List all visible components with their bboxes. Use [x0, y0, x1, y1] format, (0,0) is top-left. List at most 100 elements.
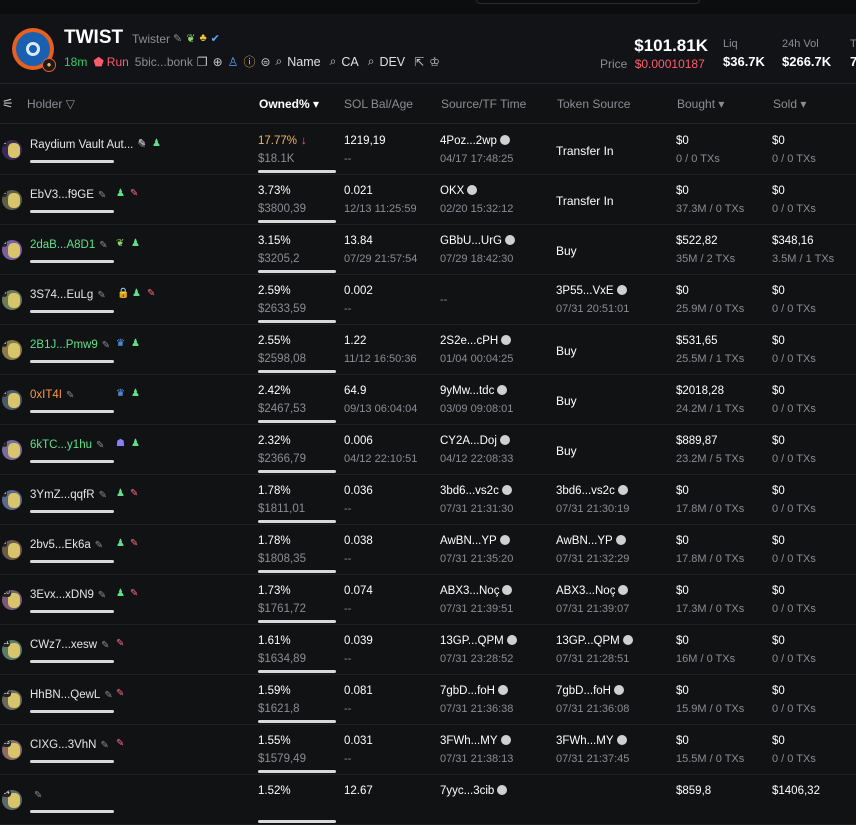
funding-source[interactable]: 4Poz...2wp — [440, 135, 510, 147]
table-row[interactable]: 13 CIXG...3VhN ✎ ✎ 1.55% $1579,49 0.031 -… — [0, 725, 856, 775]
edit-icon[interactable]: ✎ — [173, 32, 182, 45]
funding-source[interactable]: 3bd6...vs2c — [440, 485, 512, 497]
holder-address[interactable]: EbV3...f9GE ✎ — [30, 189, 106, 201]
holder-address[interactable]: 2daB...A8D1 ✎ — [30, 239, 108, 251]
solscan-icon[interactable] — [502, 585, 513, 595]
solscan-icon[interactable] — [499, 435, 510, 445]
edit-name-icon[interactable]: ✎ — [98, 590, 106, 601]
token-source[interactable]: 7gbD...foH — [556, 685, 624, 697]
search-ca-link[interactable]: CA — [341, 55, 358, 69]
solscan-icon[interactable] — [618, 585, 629, 595]
holder-address[interactable]: HhBN...QewL ✎ — [30, 689, 113, 701]
holder-address[interactable]: ✎ — [30, 789, 42, 801]
table-row[interactable]: 4 3S74...EuLg ✎ 🔒 ♟ ✎ 2.59% $2633,59 0.002 … — [0, 275, 856, 325]
table-row[interactable]: 6 0xIT4I ✎ ♛ ♟ 2.42% $2467,53 64.9 09/13 0… — [0, 375, 856, 425]
table-row[interactable]: 9 2bv5...Ek6a ✎ ♟ ✎ 1.78% $1808,35 0.038 -… — [0, 525, 856, 575]
funding-source[interactable]: 3FWh...MY — [440, 735, 511, 747]
edit-name-icon[interactable]: ✎ — [102, 340, 110, 351]
funding-source[interactable]: 13GP...QPM — [440, 635, 517, 647]
solscan-icon[interactable] — [616, 735, 627, 745]
holder-address[interactable]: 3Evx...xDN9 ✎ — [30, 589, 106, 601]
funding-source[interactable]: 9yMw...tdc — [440, 385, 508, 397]
solscan-icon[interactable] — [622, 635, 633, 645]
search-dev-link[interactable]: DEV — [379, 55, 405, 69]
solscan-icon[interactable] — [501, 485, 512, 495]
edit-name-icon[interactable]: ✎ — [104, 690, 112, 701]
search-name-link[interactable]: Name — [287, 55, 320, 69]
table-row[interactable]: 12 HhBN...QewL ✎ ✎ 1.59% $1621,8 0.081 --… — [0, 675, 856, 725]
holder-address[interactable]: 6kTC...y1hu ✎ — [30, 439, 104, 451]
holder-address[interactable]: CWz7...xesw ✎ — [30, 639, 109, 651]
holder-address[interactable]: 3S74...EuLg ✎ — [30, 289, 106, 301]
solscan-icon[interactable] — [499, 135, 510, 145]
solscan-icon[interactable] — [613, 685, 624, 695]
solscan-icon[interactable] — [615, 535, 626, 545]
token-source[interactable]: 3P55...VxE — [556, 285, 627, 297]
token-source[interactable]: 13GP...QPM — [556, 635, 633, 647]
table-row[interactable]: 10 3Evx...xDN9 ✎ ♟ ✎ 1.73% $1761,72 0.074 … — [0, 575, 856, 625]
solscan-icon[interactable] — [497, 785, 508, 795]
funding-source[interactable]: GBbU...UrG — [440, 235, 515, 247]
holder-address[interactable]: Raydium Vault Aut... ✎ — [30, 139, 146, 151]
copy-icon[interactable]: ❐ — [197, 55, 208, 69]
solscan-icon[interactable] — [499, 535, 510, 545]
table-row[interactable]: 14 ✎ 1.52% 12.67 7yyc...3cib $859,8 $140… — [0, 775, 856, 825]
solscan-icon[interactable] — [504, 235, 515, 245]
solscan-icon[interactable] — [497, 685, 508, 695]
col-owned[interactable]: Owned% ▾ — [259, 97, 319, 111]
col-source[interactable]: Source/TF Time — [441, 97, 526, 111]
edit-name-icon[interactable]: ✎ — [98, 190, 106, 201]
holder-address[interactable]: 3YmZ...qqfR ✎ — [30, 489, 107, 501]
solscan-icon[interactable] — [500, 735, 511, 745]
table-row[interactable]: 11 CWz7...xesw ✎ ✎ 1.61% $1634,89 0.039 -… — [0, 625, 856, 675]
edit-name-icon[interactable]: ✎ — [99, 490, 107, 501]
warning-icon[interactable]: ⓘ — [243, 53, 255, 70]
funding-source[interactable]: 7yyc...3cib — [440, 785, 508, 797]
token-source[interactable]: AwBN...YP — [556, 535, 626, 547]
table-row[interactable]: 5 2B1J...Pmw9 ✎ ♛ ♟ 2.55% $2598,08 1.22 11… — [0, 325, 856, 375]
filter-settings-icon[interactable]: ⚟ — [2, 96, 14, 112]
edit-name-icon[interactable]: ✎ — [96, 440, 104, 451]
table-row[interactable]: 7 6kTC...y1hu ✎ ☗ ♟ 2.32% $2366,79 0.006 0… — [0, 425, 856, 475]
website-icon[interactable]: ⊕ — [213, 55, 223, 69]
funding-source[interactable]: AwBN...YP — [440, 535, 510, 547]
external-link-icon[interactable]: ⇱ — [414, 55, 424, 69]
holder-address[interactable]: 2bv5...Ek6a ✎ — [30, 539, 103, 551]
holder-address[interactable]: 2B1J...Pmw9 ✎ — [30, 339, 110, 351]
edit-name-icon[interactable]: ✎ — [100, 740, 108, 751]
table-row[interactable]: 3 2daB...A8D1 ✎ ❦ ♟ 3.15% $3205,2 13.84 07… — [0, 225, 856, 275]
funding-source[interactable]: 7gbD...foH — [440, 685, 508, 697]
solscan-icon[interactable] — [497, 385, 508, 395]
funding-source[interactable]: CY2A...Doj — [440, 435, 510, 447]
table-row[interactable]: 8 3YmZ...qqfR ✎ ♟ ✎ 1.78% $1811,01 0.036 -… — [0, 475, 856, 525]
token-source[interactable]: 3bd6...vs2c — [556, 485, 628, 497]
search-name-icon[interactable]: ⌕ — [276, 54, 283, 69]
edit-name-icon[interactable]: ✎ — [95, 540, 103, 551]
solscan-icon[interactable] — [467, 185, 478, 195]
solana-icon[interactable]: ⊜ — [260, 55, 270, 69]
col-sold[interactable]: Sold ▾ — [773, 97, 806, 111]
filter-icon[interactable]: ▽ — [66, 97, 75, 111]
crown-icon[interactable]: ♔ — [429, 55, 440, 69]
dev-user-icon[interactable]: ♙ — [228, 55, 239, 69]
col-token-source[interactable]: Token Source — [557, 97, 630, 111]
token-source[interactable]: 3FWh...MY — [556, 735, 627, 747]
edit-name-icon[interactable]: ✎ — [101, 640, 109, 651]
edit-name-icon[interactable]: ✎ — [99, 240, 107, 251]
table-row[interactable]: 1 Raydium Vault Aut... ✎ ♟ ✎ 17.77% ↓ $18.1… — [0, 125, 856, 175]
solscan-icon[interactable] — [501, 335, 512, 345]
holder-address[interactable]: 0xIT4I ✎ — [30, 389, 74, 401]
funding-source[interactable]: 2S2e...cPH — [440, 335, 512, 347]
edit-name-icon[interactable]: ✎ — [66, 390, 74, 401]
col-sol-bal[interactable]: SOL Bal/Age — [344, 97, 413, 111]
search-dev-icon[interactable]: ⌕ — [368, 54, 375, 69]
edit-name-icon[interactable]: ✎ — [97, 290, 105, 301]
solscan-icon[interactable] — [506, 635, 517, 645]
solscan-icon[interactable] — [617, 485, 628, 495]
funding-source[interactable]: OKX — [440, 185, 478, 197]
funding-source[interactable]: ABX3...Noç — [440, 585, 513, 597]
table-row[interactable]: 2 EbV3...f9GE ✎ ♟ ✎ 3.73% $3800,39 0.021 1… — [0, 175, 856, 225]
col-holder[interactable]: Holder ▽ — [27, 97, 75, 111]
col-bought[interactable]: Bought ▾ — [677, 97, 724, 111]
holder-address[interactable]: CIXG...3VhN ✎ — [30, 739, 109, 751]
